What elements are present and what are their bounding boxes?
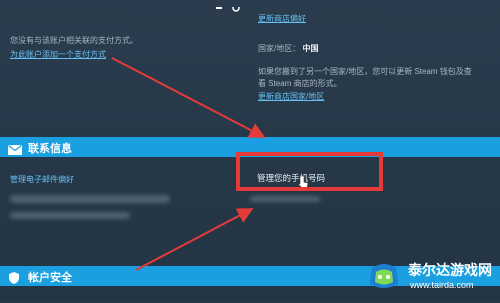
country-label: 国家/地区： [258, 44, 301, 53]
country-row: 国家/地区： 中国 [258, 43, 318, 54]
watermark-brand: 泰尔达游戏网 [408, 262, 492, 278]
watermark-url: www.tairda.com [410, 280, 474, 290]
shield-icon [8, 271, 20, 289]
update-store-country-link[interactable]: 更新商店国家/地区 [258, 91, 324, 102]
add-payment-method-link[interactable]: 为此账户添加一个支付方式 [10, 49, 106, 60]
account-details-panel: 您没有与该账户相关联的支付方式。 为此账户添加一个支付方式 更新商店偏好 国家/… [0, 0, 500, 302]
redacted-phone [250, 196, 320, 202]
manage-email-preferences-link[interactable]: 管理电子邮件偏好 [10, 174, 74, 185]
envelope-icon [8, 142, 22, 160]
move-notice-line1: 如果您搬到了另一个国家/地区，您可以更新 Steam 钱包及查 [258, 67, 472, 76]
account-security-title: 帐户安全 [28, 272, 72, 284]
highlight-box [236, 152, 383, 191]
arrow-to-highlight-2 [135, 208, 254, 271]
watermark: 泰尔达游戏网 www.tairda.com [364, 256, 496, 300]
contact-info-title: 联系信息 [28, 143, 72, 155]
redacted-email [10, 195, 170, 203]
watermark-logo-icon [364, 258, 404, 298]
country-value: 中国 [302, 44, 319, 53]
arrow-to-highlight-1 [111, 57, 266, 138]
update-store-preferences-link[interactable]: 更新商店偏好 [258, 13, 306, 24]
payment-no-method-text: 您没有与该账户相关联的支付方式。 [10, 36, 138, 45]
redacted-email-2 [10, 212, 130, 219]
move-notice-line2: 看 Steam 商店的形式。 [258, 79, 342, 88]
top-icon [214, 0, 244, 12]
